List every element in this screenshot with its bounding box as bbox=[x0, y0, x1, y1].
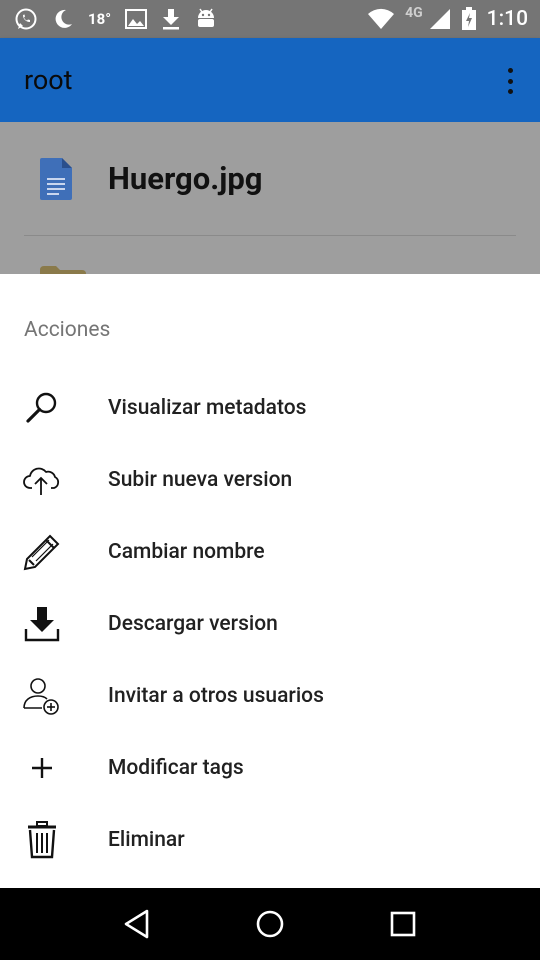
add-user-icon bbox=[22, 676, 62, 716]
file-list: Huergo.jpg bbox=[0, 122, 540, 274]
pencil-icon bbox=[22, 532, 62, 572]
page-title: root bbox=[24, 64, 73, 96]
action-label: Invitar a otros usuarios bbox=[108, 684, 324, 708]
overflow-menu-icon[interactable] bbox=[504, 68, 516, 94]
action-label: Modificar tags bbox=[108, 756, 244, 780]
file-name: Huergo.jpg bbox=[108, 160, 263, 197]
plus-icon bbox=[22, 748, 62, 788]
app-bar: root bbox=[0, 38, 540, 122]
action-label: Cambiar nombre bbox=[108, 540, 265, 564]
recents-icon[interactable] bbox=[383, 904, 423, 944]
action-delete[interactable]: Eliminar bbox=[0, 804, 540, 876]
status-bar: 18° 4G 1:10 bbox=[0, 0, 540, 38]
action-invite-users[interactable]: Invitar a otros usuarios bbox=[0, 660, 540, 732]
wifi-icon bbox=[367, 8, 395, 30]
magnifier-icon bbox=[22, 388, 62, 428]
cloud-upload-icon bbox=[22, 460, 62, 500]
action-upload-version[interactable]: Subir nueva version bbox=[0, 444, 540, 516]
sheet-title: Acciones bbox=[24, 318, 111, 342]
action-label: Eliminar bbox=[108, 828, 185, 852]
action-label: Visualizar metadatos bbox=[108, 396, 307, 420]
home-icon[interactable] bbox=[250, 904, 290, 944]
signal-icon bbox=[429, 8, 451, 30]
clock: 1:10 bbox=[486, 7, 528, 31]
action-view-metadata[interactable]: Visualizar metadatos bbox=[0, 372, 540, 444]
android-icon bbox=[195, 7, 217, 31]
navigation-bar bbox=[0, 888, 540, 960]
whatsapp-icon bbox=[14, 7, 38, 31]
image-icon bbox=[125, 9, 148, 29]
back-icon[interactable] bbox=[117, 904, 157, 944]
network-type-label: 4G bbox=[405, 5, 423, 21]
folder-icon bbox=[40, 266, 86, 274]
download-icon bbox=[22, 604, 62, 644]
action-download-version[interactable]: Descargar version bbox=[0, 588, 540, 660]
moon-icon bbox=[52, 8, 74, 30]
action-rename[interactable]: Cambiar nombre bbox=[0, 516, 540, 588]
actions-bottom-sheet: Acciones Visualizar metadatos Subir nuev… bbox=[0, 274, 540, 888]
temperature-label: 18° bbox=[88, 10, 112, 28]
trash-icon bbox=[22, 820, 62, 860]
battery-icon bbox=[461, 7, 477, 31]
action-label: Subir nueva version bbox=[108, 468, 293, 492]
list-item[interactable]: Huergo.jpg bbox=[24, 122, 516, 236]
download-icon bbox=[161, 8, 181, 30]
document-icon bbox=[24, 157, 88, 200]
action-label: Descargar version bbox=[108, 612, 278, 636]
action-modify-tags[interactable]: Modificar tags bbox=[0, 732, 540, 804]
